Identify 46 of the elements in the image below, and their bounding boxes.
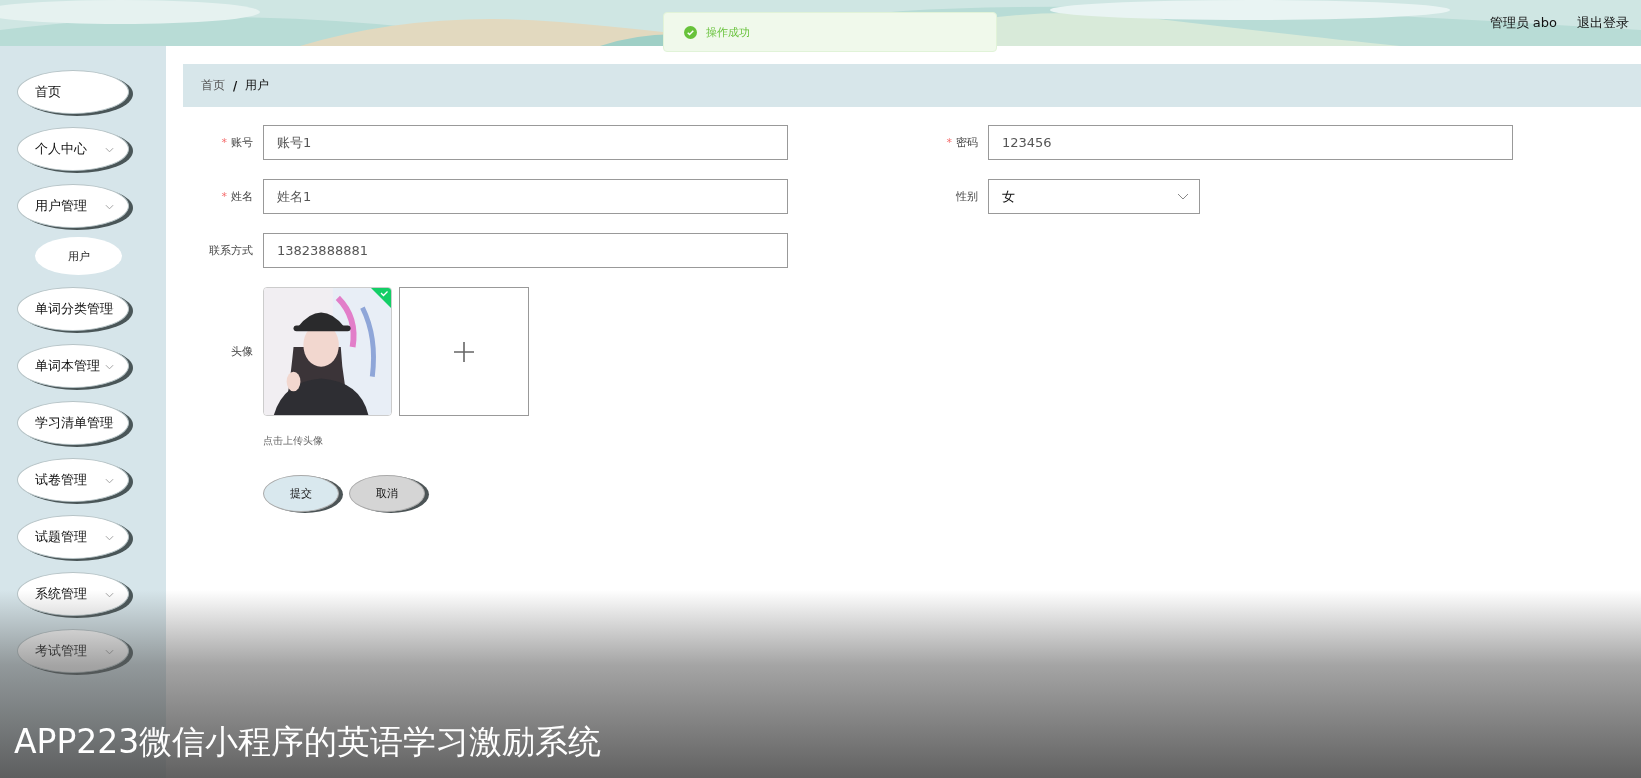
input-field[interactable]: 账号1: [263, 125, 788, 160]
check-badge-icon: [371, 288, 391, 308]
chevron-down-icon: [105, 421, 114, 427]
logout-link[interactable]: 退出登录: [1577, 14, 1629, 32]
menu-item[interactable]: 试题管理: [17, 515, 129, 559]
admin-username: 管理员 abo: [1489, 14, 1557, 32]
menu-item[interactable]: 用户管理: [17, 184, 129, 228]
submenu-item[interactable]: 用户: [35, 237, 122, 275]
input-field[interactable]: 13823888881: [263, 233, 788, 268]
input-field[interactable]: 123456: [988, 125, 1513, 160]
menu-item[interactable]: 考试管理: [17, 629, 129, 673]
menu-item[interactable]: 单词本管理: [17, 344, 129, 388]
breadcrumb-separator: /: [233, 78, 238, 93]
menu-item[interactable]: 试卷管理: [17, 458, 129, 502]
upload-button[interactable]: [399, 287, 529, 416]
menu-item[interactable]: 首页: [17, 70, 129, 114]
toast-message: 操作成功: [706, 24, 750, 40]
breadcrumb-link[interactable]: 用户: [245, 78, 270, 93]
field-label: * 姓名: [220, 189, 254, 204]
upload-hint: 点击上传头像: [263, 435, 324, 448]
menu-item[interactable]: 学习清单管理: [17, 401, 129, 445]
chevron-down-icon: [105, 535, 114, 541]
breadcrumb-link[interactable]: 首页: [201, 78, 225, 93]
field-label: 头像: [230, 344, 254, 359]
chevron-down-icon: [105, 478, 114, 484]
chevron-down-icon: [105, 649, 114, 655]
chevron-down-icon: [1177, 193, 1189, 200]
menu-item[interactable]: 个人中心: [17, 127, 129, 171]
chevron-down-icon: [105, 592, 114, 598]
field-label: 性别: [955, 189, 979, 204]
field-label: 联系方式: [208, 243, 254, 258]
menu-item[interactable]: 系统管理: [17, 572, 129, 616]
video-caption: APP223微信小程序的英语学习激励系统: [14, 721, 602, 763]
check-circle-icon: [684, 25, 697, 39]
field-label: * 账号: [220, 135, 254, 150]
menu-item[interactable]: 单词分类管理: [17, 287, 129, 331]
input-field[interactable]: 姓名1: [263, 179, 788, 214]
cancel-button[interactable]: 取消: [349, 475, 425, 512]
submit-button[interactable]: 提交: [263, 475, 339, 512]
chevron-down-icon: [105, 204, 114, 210]
select-field[interactable]: 女: [988, 179, 1200, 214]
field-label: * 密码: [945, 135, 979, 150]
chevron-down-icon: [105, 364, 114, 370]
chevron-down-icon: [105, 307, 114, 313]
plus-icon: [454, 341, 474, 362]
chevron-down-icon: [105, 147, 114, 153]
